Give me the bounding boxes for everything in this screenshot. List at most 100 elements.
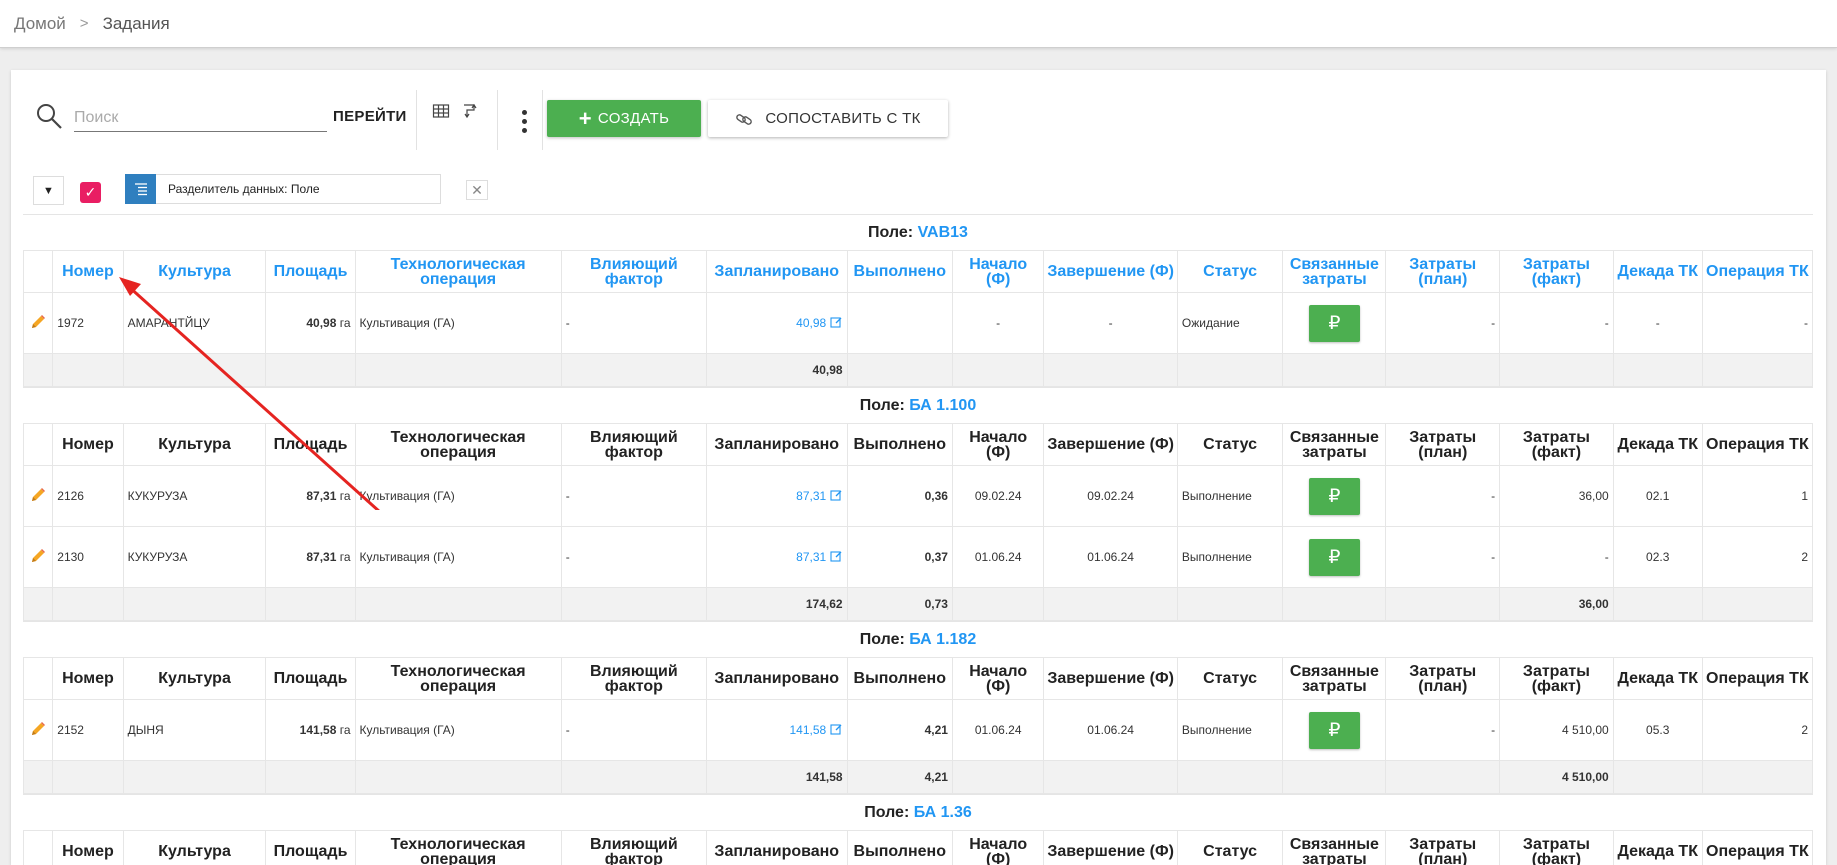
column-header[interactable]: Связанные затраты (1282, 250, 1387, 293)
column-header[interactable]: Культура (122, 423, 267, 466)
column-header[interactable]: Статус (1176, 250, 1284, 293)
cell-area: 141,58 га (265, 699, 356, 761)
column-header[interactable]: Технологическая операция (354, 657, 562, 700)
column-header[interactable]: Площадь (265, 657, 356, 700)
column-header[interactable]: Декада ТК (1612, 657, 1703, 700)
edit-icon[interactable] (829, 550, 843, 563)
column-header[interactable]: Операция ТК (1701, 423, 1814, 466)
column-header[interactable]: Влияющий фактор (560, 830, 707, 865)
column-header[interactable]: Номер (52, 657, 124, 700)
group-by-icon[interactable] (125, 174, 156, 204)
column-header[interactable]: Площадь (265, 250, 356, 293)
edit-icon[interactable] (829, 489, 843, 502)
ruble-icon[interactable]: ₽ (1308, 477, 1360, 515)
breadcrumb-home[interactable]: Домой (14, 14, 66, 34)
planned-link[interactable]: 87,31 (796, 489, 826, 503)
ruble-icon[interactable]: ₽ (1308, 304, 1360, 342)
create-button[interactable]: + СОЗДАТЬ (547, 100, 701, 137)
pencil-icon[interactable] (29, 720, 47, 738)
ruble-icon[interactable]: ₽ (1308, 538, 1360, 576)
column-header[interactable]: Затраты (факт) (1499, 423, 1614, 466)
column-header[interactable]: Культура (122, 250, 267, 293)
more-menu-icon[interactable] (516, 110, 532, 136)
edit-icon[interactable] (829, 316, 843, 329)
column-header[interactable]: Завершение (Ф) (1043, 423, 1178, 466)
planned-link[interactable]: 40,98 (796, 316, 826, 330)
search-icon[interactable] (35, 102, 63, 130)
column-header[interactable]: Начало (Ф) (951, 250, 1045, 293)
table-row[interactable]: 2152 ДЫНЯ 141,58 га Культивация (ГА) -141,58… (22, 699, 1814, 761)
column-header[interactable]: Запланировано (705, 830, 848, 865)
column-header[interactable]: Связанные затраты (1282, 423, 1387, 466)
column-header[interactable]: Начало (Ф) (951, 423, 1045, 466)
select-all-checkbox[interactable]: ✓ (80, 182, 101, 203)
column-header[interactable]: Статус (1176, 423, 1284, 466)
table-row[interactable]: 2126 КУКУРУЗА 87,31 га Культивация (ГА) -87,… (22, 465, 1814, 527)
group-label: Поле: (859, 631, 905, 648)
group-field-link[interactable]: БА 1.100 (909, 397, 976, 414)
column-header[interactable]: Декада ТК (1612, 250, 1703, 293)
pencil-icon[interactable] (29, 313, 47, 331)
column-header[interactable]: Номер (52, 830, 124, 865)
column-header[interactable]: Выполнено (846, 250, 953, 293)
column-header[interactable]: Влияющий фактор (560, 423, 707, 466)
tasks-table: Номер Культура Площадь Технологическая опер… (22, 423, 1814, 621)
column-header[interactable]: Площадь (265, 830, 356, 865)
column-header[interactable]: Влияющий фактор (560, 657, 707, 700)
column-header[interactable]: Выполнено (846, 657, 953, 700)
column-header[interactable]: Связанные затраты (1282, 830, 1387, 865)
column-header[interactable]: Операция ТК (1701, 830, 1814, 865)
column-header[interactable]: Затраты (факт) (1499, 657, 1614, 700)
column-header[interactable]: Культура (122, 657, 267, 700)
table-row[interactable]: 1972 АМАРАНТЙЦУ 40,98 га Культивация (ГА) -4… (22, 292, 1814, 354)
edit-icon[interactable] (829, 723, 843, 736)
column-header[interactable]: Номер (52, 250, 124, 293)
column-header[interactable]: Затраты (план) (1385, 657, 1501, 700)
column-header[interactable]: Начало (Ф) (951, 830, 1045, 865)
dropdown-toggle[interactable]: ▼ (33, 176, 64, 205)
go-button[interactable]: ПЕРЕЙТИ (333, 108, 407, 125)
column-header[interactable]: Затраты (план) (1385, 830, 1501, 865)
table-row[interactable]: 2130 КУКУРУЗА 87,31 га Культивация (ГА) -87,… (22, 526, 1814, 588)
column-header[interactable]: Культура (122, 830, 267, 865)
match-tk-button[interactable]: СОПОСТАВИТЬ С ТК (708, 100, 948, 137)
column-header[interactable]: Технологическая операция (354, 830, 562, 865)
column-header[interactable]: Статус (1176, 657, 1284, 700)
group-field-link[interactable]: БА 1.36 (914, 804, 972, 821)
ruble-icon[interactable]: ₽ (1308, 711, 1360, 749)
column-header[interactable]: Завершение (Ф) (1043, 830, 1178, 865)
column-header[interactable]: Запланировано (705, 250, 848, 293)
column-header[interactable]: Операция ТК (1701, 657, 1814, 700)
column-header[interactable]: Затраты (факт) (1499, 250, 1614, 293)
column-header[interactable]: Завершение (Ф) (1043, 250, 1178, 293)
column-header[interactable]: Выполнено (846, 423, 953, 466)
planned-link[interactable]: 87,31 (796, 550, 826, 564)
column-header[interactable]: Затраты (план) (1385, 423, 1501, 466)
column-header[interactable]: Площадь (265, 423, 356, 466)
pencil-icon[interactable] (29, 486, 47, 504)
column-header[interactable]: Выполнено (846, 830, 953, 865)
column-header[interactable]: Операция ТК (1701, 250, 1814, 293)
close-icon[interactable]: ✕ (466, 180, 488, 200)
column-header[interactable]: Влияющий фактор (560, 250, 707, 293)
column-header[interactable]: Технологическая операция (354, 250, 562, 293)
column-header[interactable]: Запланировано (705, 657, 848, 700)
column-header[interactable]: Номер (52, 423, 124, 466)
column-header[interactable]: Затраты (план) (1385, 250, 1501, 293)
column-header[interactable]: Запланировано (705, 423, 848, 466)
planned-link[interactable]: 141,58 (790, 723, 827, 737)
column-header[interactable]: Декада ТК (1612, 830, 1703, 865)
column-header[interactable]: Статус (1176, 830, 1284, 865)
search-input[interactable] (74, 104, 327, 132)
column-header[interactable]: Декада ТК (1612, 423, 1703, 466)
pencil-icon[interactable] (29, 547, 47, 565)
group-field-link[interactable]: VAB13 (918, 224, 968, 241)
column-header[interactable]: Связанные затраты (1282, 657, 1387, 700)
column-header[interactable]: Завершение (Ф) (1043, 657, 1178, 700)
column-header[interactable]: Начало (Ф) (951, 657, 1045, 700)
column-header[interactable]: Затраты (факт) (1499, 830, 1614, 865)
table-view-icon[interactable] (432, 102, 450, 120)
sort-icon[interactable] (461, 102, 479, 120)
column-header[interactable]: Технологическая операция (354, 423, 562, 466)
group-field-link[interactable]: БА 1.182 (909, 631, 976, 648)
